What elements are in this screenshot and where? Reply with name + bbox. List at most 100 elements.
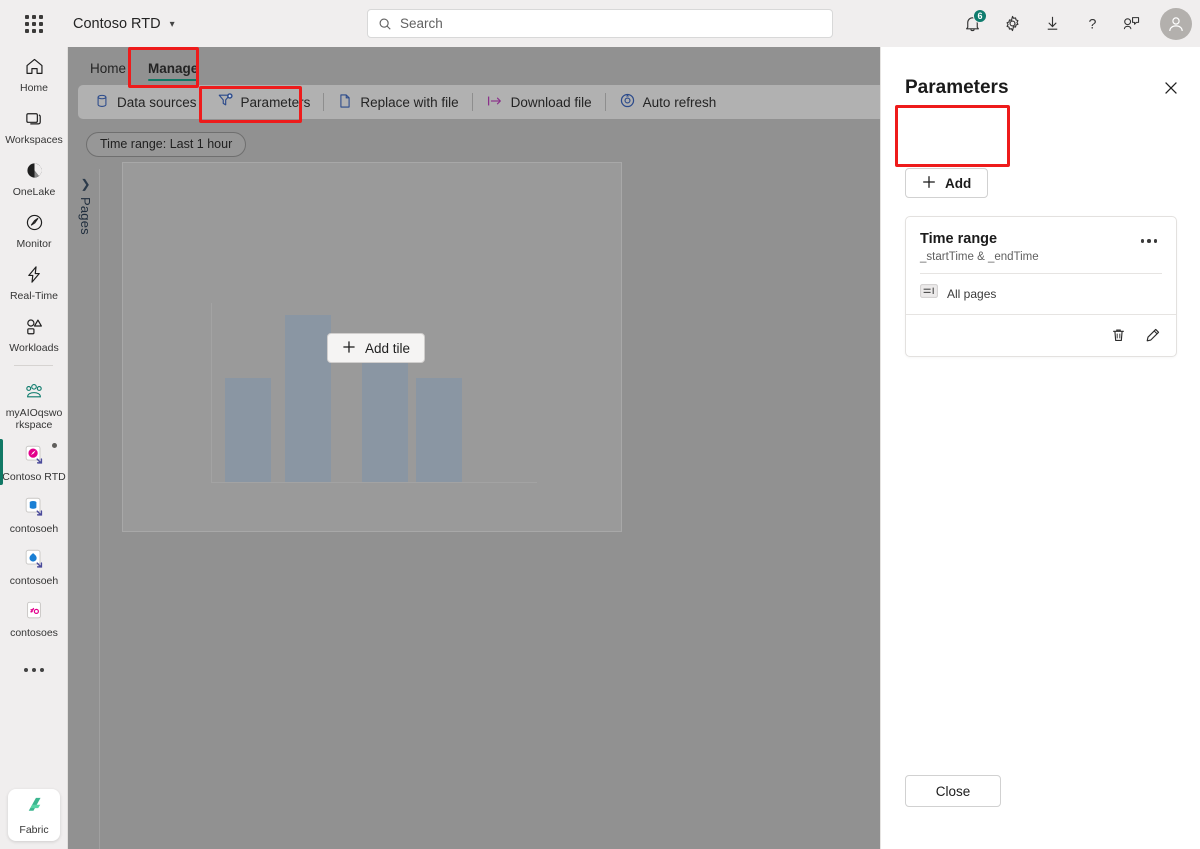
plus-icon [922, 175, 936, 192]
fabric-home-button[interactable]: Fabric [8, 789, 60, 841]
sidebar-item-contosoeh-eventstream[interactable]: contosoeh [0, 540, 68, 592]
top-bar: Contoso RTD ▾ Search 6 [0, 0, 1200, 47]
sidebar-item-label: Contoso RTD [1, 471, 67, 483]
status-dot-icon [52, 443, 57, 448]
monitor-icon [24, 209, 45, 235]
add-parameter-label: Add [945, 176, 971, 191]
sidebar-item-monitor[interactable]: Monitor [0, 203, 68, 255]
chart-y-axis [211, 303, 212, 483]
add-tile-button[interactable]: Add tile [327, 333, 425, 363]
delete-icon[interactable] [1104, 322, 1132, 350]
filter-bar: Time range: Last 1 hour [78, 125, 938, 163]
sidebar-item-label: Real-Time [1, 290, 67, 302]
auto-refresh-button[interactable]: Auto refresh [609, 88, 727, 116]
chevron-right-icon: ❯ [80, 177, 90, 191]
dashboard-canvas: Add tile [122, 162, 622, 532]
real-time-icon [24, 261, 45, 287]
replace-with-file-button[interactable]: Replace with file [327, 88, 468, 116]
pages-scope-icon [920, 284, 938, 303]
ribbon-divider [605, 93, 606, 111]
ribbon-label: Parameters [241, 95, 311, 110]
sidebar-item-real-time[interactable]: Real-Time [0, 255, 68, 307]
parameters-button[interactable]: Parameters [207, 88, 321, 116]
close-panel-button[interactable]: Close [905, 775, 1001, 807]
realtime-dashboard-icon [22, 442, 46, 468]
panel-header: Parameters [905, 73, 1186, 103]
parameter-card-actions [906, 314, 1176, 356]
sidebar-item-label: OneLake [1, 186, 67, 198]
sidebar-item-label: Workspaces [1, 134, 67, 146]
left-navigation-rail: Home Workspaces OneLake [0, 47, 68, 849]
editor-tab-bar: Home Manage [68, 47, 880, 83]
tab-manage[interactable]: Manage [138, 57, 208, 83]
fabric-logo-icon [23, 794, 46, 822]
chart-x-axis [211, 482, 537, 483]
export-icon [486, 93, 504, 112]
downloads-icon[interactable] [1034, 6, 1070, 42]
rail-divider [14, 365, 53, 366]
download-file-button[interactable]: Download file [476, 88, 602, 116]
parameter-name: Time range [920, 230, 1039, 248]
data-sources-button[interactable]: Data sources [84, 88, 207, 116]
sidebar-item-label: contosoes [1, 627, 67, 639]
brand-title[interactable]: Contoso RTD ▾ [73, 16, 175, 32]
eventstream-icon [22, 546, 46, 572]
search-icon [378, 17, 392, 31]
user-avatar[interactable] [1160, 8, 1192, 40]
sidebar-item-label: Home [1, 82, 67, 94]
content-area: Home Manage Data sources [68, 47, 1200, 849]
chart-bar [285, 315, 331, 482]
ribbon-label: Data sources [117, 95, 197, 110]
ribbon-label: Download file [511, 95, 592, 110]
help-icon[interactable]: ? [1074, 6, 1110, 42]
parameter-card: Time range _startTime & _endTime [905, 216, 1177, 357]
parameter-scope-label: All pages [947, 287, 996, 301]
settings-gear-icon[interactable] [994, 6, 1030, 42]
sidebar-item-label: contosoeh [1, 575, 67, 587]
close-panel-label: Close [936, 784, 971, 799]
page-title: Parameters [905, 77, 1009, 99]
tab-label: Home [90, 61, 126, 76]
sidebar-item-workloads[interactable]: Workloads [0, 307, 68, 359]
more-options-icon[interactable] [1136, 230, 1162, 252]
empty-tile-placeholder: Add tile [211, 203, 541, 493]
workspaces-icon [24, 105, 45, 131]
add-parameter-button[interactable]: Add [905, 168, 988, 198]
tab-home[interactable]: Home [80, 57, 136, 83]
sidebar-item-workspaces[interactable]: Workspaces [0, 99, 68, 151]
feedback-icon[interactable] [1114, 6, 1150, 42]
parameters-panel: Parameters Add [880, 47, 1200, 849]
workloads-icon [24, 313, 45, 339]
sidebar-item-onelake[interactable]: OneLake [0, 151, 68, 203]
ribbon-label: Auto refresh [643, 95, 717, 110]
home-icon [24, 53, 45, 79]
ribbon-label: Replace with file [360, 95, 458, 110]
sidebar-item-myaioqsworkspace[interactable]: myAIOqswo rkspace [0, 372, 68, 436]
pages-rail[interactable]: ❯ Pages [72, 169, 100, 849]
svg-text:?: ? [1088, 16, 1096, 32]
filter-add-icon [217, 92, 234, 112]
workspace-people-icon [23, 378, 45, 404]
onelake-icon [24, 157, 45, 183]
sidebar-item-label: myAIOqswo rkspace [1, 407, 67, 431]
ribbon-divider [472, 93, 473, 111]
parameter-variables: _startTime & _endTime [920, 251, 1039, 263]
sidebar-item-contosoeh-eventhouse[interactable]: contosoeh [0, 488, 68, 540]
sidebar-item-contosoes[interactable]: contosoes [0, 592, 68, 644]
edit-pencil-icon[interactable] [1138, 322, 1166, 350]
pages-rail-label: Pages [78, 197, 93, 235]
chart-bar [416, 378, 462, 482]
notifications-icon[interactable]: 6 [954, 6, 990, 42]
app-launcher-icon[interactable] [17, 7, 51, 41]
sidebar-item-home[interactable]: Home [0, 47, 68, 99]
parameter-card-header: Time range _startTime & _endTime [906, 217, 1176, 273]
sidebar-item-contoso-rtd[interactable]: Contoso RTD [0, 436, 68, 488]
close-icon[interactable] [1156, 73, 1186, 103]
document-icon [337, 93, 353, 112]
more-options-icon[interactable] [0, 650, 68, 690]
app-root: Contoso RTD ▾ Search 6 [0, 0, 1200, 849]
eventstream-alt-icon [23, 598, 45, 624]
search-input[interactable]: Search [367, 9, 833, 38]
time-range-chip[interactable]: Time range: Last 1 hour [86, 132, 246, 157]
plus-icon [342, 340, 356, 357]
